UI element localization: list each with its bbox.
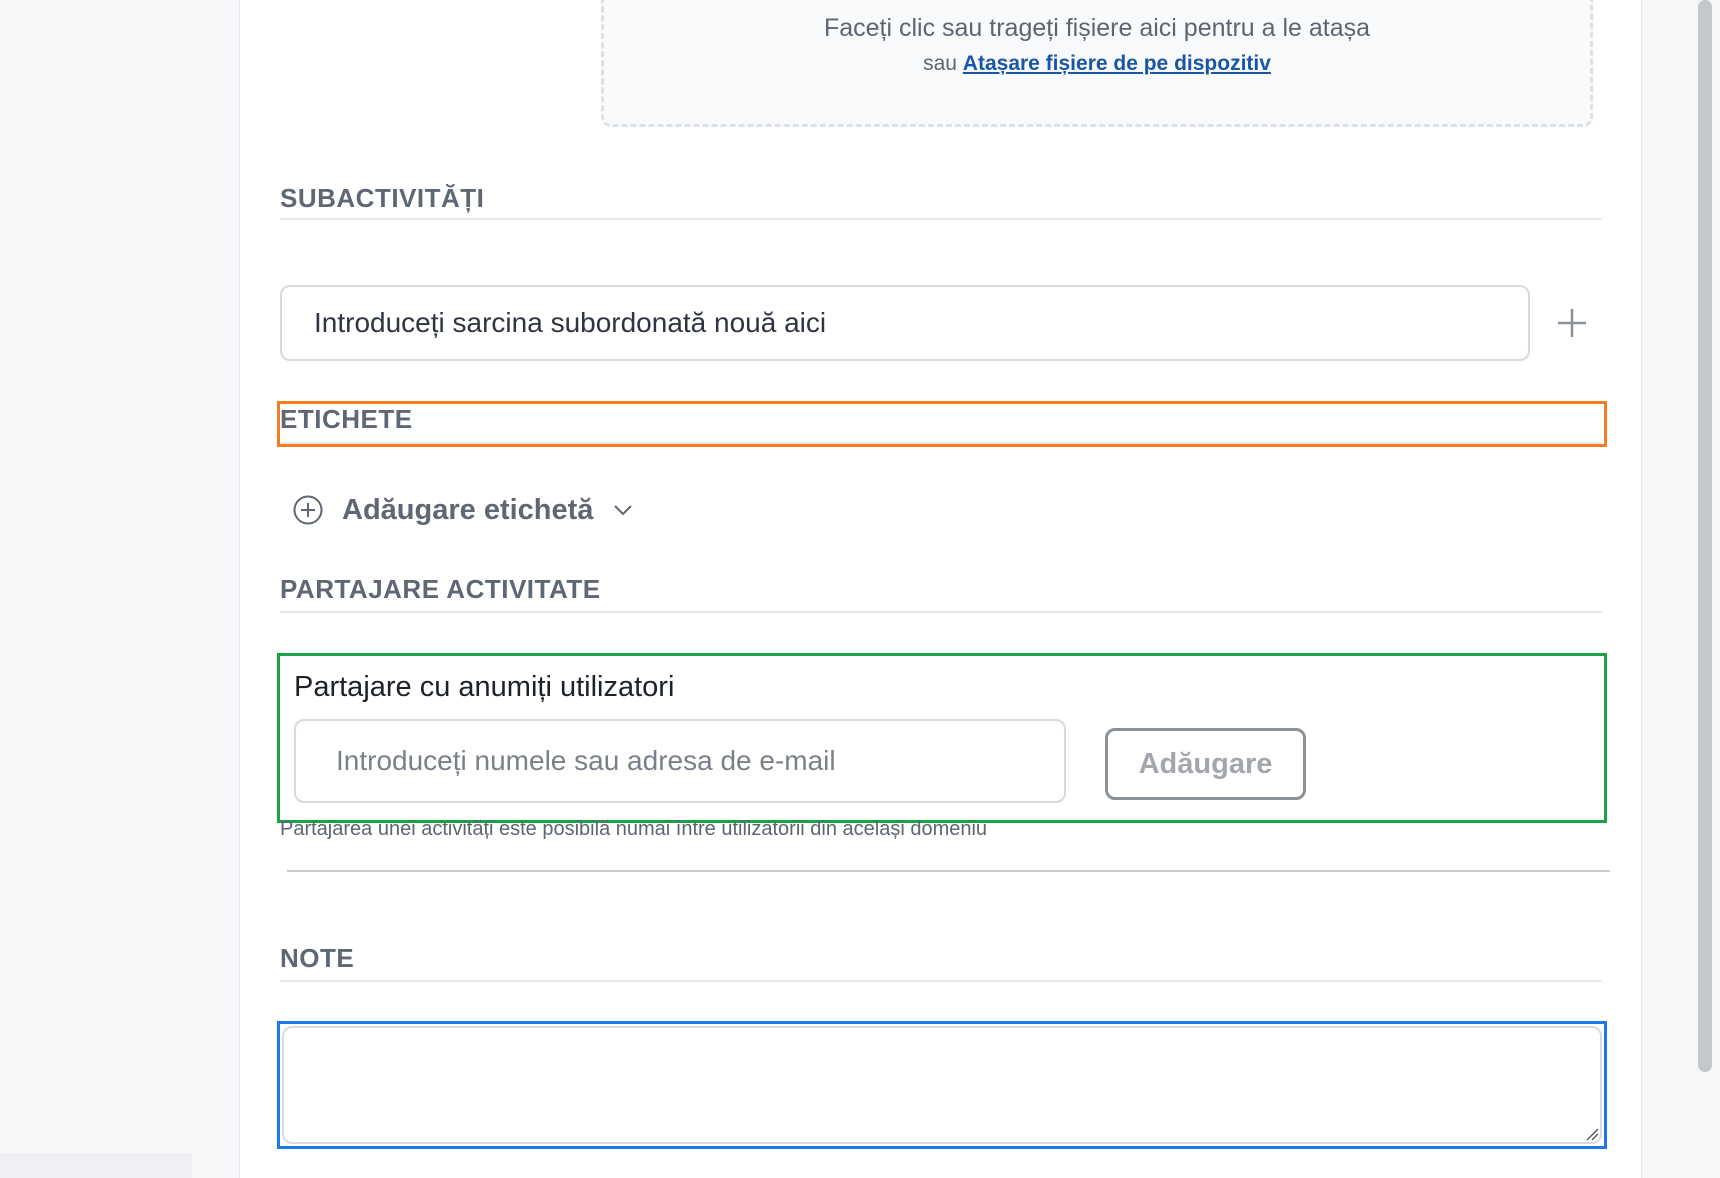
sharing-hint-text: Partajarea unei activități este posibilă… — [280, 818, 988, 840]
add-label-text: Adăugare etichetă — [342, 493, 594, 526]
notes-divider — [280, 980, 1602, 982]
notes-section-title: NOTE — [280, 943, 355, 973]
sharing-field-highlight — [277, 653, 1607, 823]
plus-circle-icon — [293, 495, 323, 525]
scrollbar-thumb[interactable] — [1698, 0, 1712, 1072]
attach-from-device-link[interactable]: Atașare fișiere de pe dispozitiv — [963, 52, 1271, 75]
subtasks-section-title: SUBACTIVITĂȚI — [280, 183, 485, 213]
add-label-button[interactable]: Adăugare etichetă — [292, 490, 635, 530]
dropzone-subtext: sau Atașare fișiere de pe dispozitiv — [604, 52, 1590, 76]
notes-field-highlight — [277, 1021, 1607, 1149]
labels-title-highlight — [277, 401, 1607, 447]
left-gutter — [0, 0, 239, 1178]
attachment-dropzone[interactable]: Faceți clic sau trageți fișiere aici pen… — [601, 0, 1593, 127]
sharing-section-title: PARTAJARE ACTIVITATE — [280, 574, 601, 604]
plus-icon — [1558, 309, 1586, 337]
sharing-divider — [280, 611, 1602, 613]
dropzone-or-text: sau — [923, 52, 957, 75]
dropzone-text: Faceți clic sau trageți fișiere aici pen… — [823, 14, 1371, 42]
sharing-bottom-divider — [287, 870, 1610, 872]
new-subtask-input[interactable] — [280, 285, 1530, 361]
subtasks-divider — [280, 218, 1602, 220]
add-subtask-button[interactable] — [1553, 300, 1591, 346]
chevron-down-icon — [614, 505, 633, 516]
left-gutter-footer — [0, 1153, 192, 1178]
